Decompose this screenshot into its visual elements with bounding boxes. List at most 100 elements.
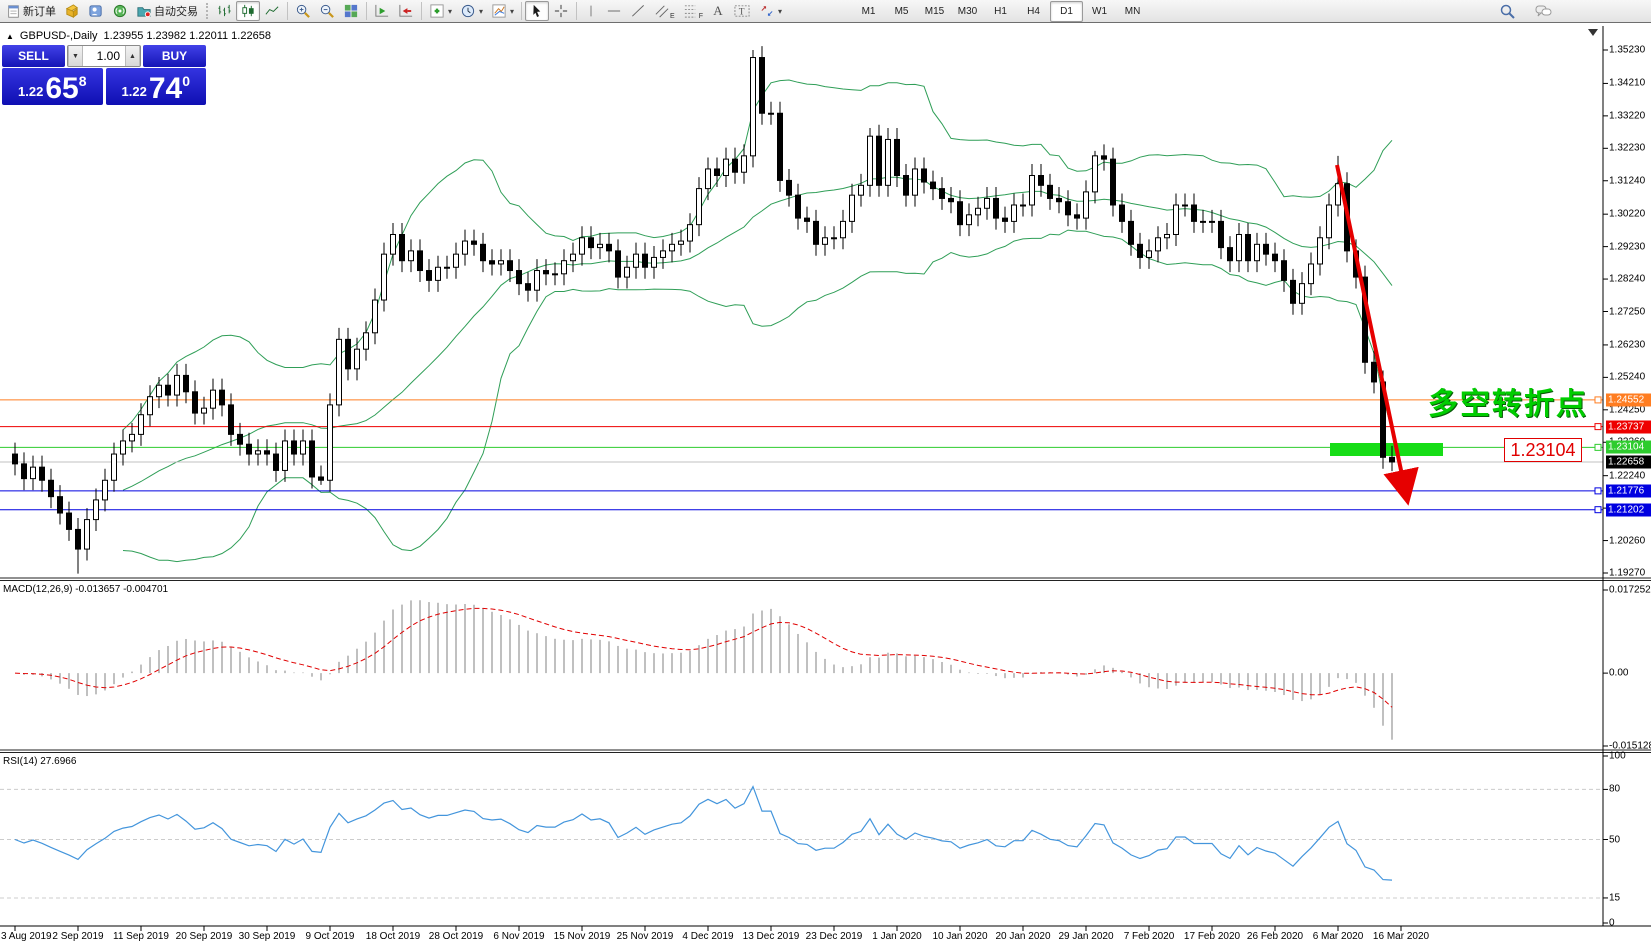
timeframe-button-W1[interactable]: W1 bbox=[1083, 1, 1116, 22]
chat-button[interactable] bbox=[1530, 1, 1557, 21]
volume-value[interactable]: 1.00 bbox=[83, 46, 125, 66]
timeframe-button-M5[interactable]: M5 bbox=[885, 1, 918, 22]
autotrading-button[interactable]: 自动交易 bbox=[132, 1, 202, 21]
chart-shift-button[interactable] bbox=[394, 1, 418, 21]
search-button[interactable] bbox=[1495, 1, 1520, 21]
autotrading-label: 自动交易 bbox=[154, 3, 198, 19]
price-axis-label: 1.27250 bbox=[1609, 306, 1645, 317]
indicators-button[interactable]: ▾ bbox=[425, 1, 456, 21]
sell-price-button[interactable]: 1.22 65 8 bbox=[2, 68, 103, 105]
buy-price-small: 1.22 bbox=[122, 84, 147, 99]
crosshair-icon bbox=[553, 3, 569, 19]
timeframe-button-D1[interactable]: D1 bbox=[1050, 1, 1083, 22]
arrows-tool-button[interactable]: ▾ bbox=[755, 1, 786, 21]
date-axis-label[interactable]: 13 Dec 2019 bbox=[743, 931, 800, 942]
rsi-indicator-label: RSI(14) 27.6966 bbox=[3, 756, 76, 767]
zoom-out-button[interactable] bbox=[315, 1, 339, 21]
volume-decrease-button[interactable]: ▼ bbox=[68, 46, 83, 66]
auto-scroll-button[interactable] bbox=[370, 1, 394, 21]
price-axis-label: 1.29230 bbox=[1609, 241, 1645, 252]
fibonacci-button[interactable]: F bbox=[679, 1, 707, 21]
macd-indicator-label: MACD(12,26,9) -0.013657 -0.004701 bbox=[3, 584, 168, 595]
date-axis-label[interactable]: 6 Mar 2020 bbox=[1313, 931, 1364, 942]
buy-button[interactable]: BUY bbox=[143, 45, 206, 67]
timeframe-button-H1[interactable]: H1 bbox=[984, 1, 1017, 22]
date-axis-label[interactable]: 10 Jan 2020 bbox=[932, 931, 987, 942]
date-axis-label[interactable]: 1 Jan 2020 bbox=[872, 931, 922, 942]
horizontal-line-button[interactable] bbox=[602, 1, 626, 21]
timeframe-button-MN[interactable]: MN bbox=[1116, 1, 1149, 22]
date-axis-label[interactable]: 18 Oct 2019 bbox=[366, 931, 420, 942]
date-axis-label[interactable]: 2 Sep 2019 bbox=[52, 931, 103, 942]
vertical-line-button[interactable] bbox=[580, 1, 602, 21]
date-axis-label[interactable]: 16 Mar 2020 bbox=[1373, 931, 1429, 942]
signal-button[interactable] bbox=[108, 1, 132, 21]
volume-increase-button[interactable]: ▲ bbox=[125, 46, 140, 66]
price-badge: 1.22658 bbox=[1606, 455, 1651, 468]
templates-icon bbox=[491, 3, 507, 19]
text-tool-label: A bbox=[713, 3, 722, 19]
line-chart-icon bbox=[264, 3, 280, 19]
date-axis-label[interactable]: 20 Sep 2019 bbox=[176, 931, 233, 942]
date-axis-label[interactable]: 25 Nov 2019 bbox=[617, 931, 674, 942]
periods-button[interactable]: ▾ bbox=[456, 1, 487, 21]
zoom-in-button[interactable] bbox=[291, 1, 315, 21]
date-axis-label[interactable]: 29 Jan 2020 bbox=[1058, 931, 1113, 942]
tile-windows-button[interactable] bbox=[339, 1, 363, 21]
date-axis-label[interactable]: 23 Dec 2019 bbox=[806, 931, 863, 942]
journal-button[interactable] bbox=[60, 1, 84, 21]
new-order-icon bbox=[6, 4, 21, 19]
date-axis-label[interactable]: 11 Sep 2019 bbox=[113, 931, 169, 942]
chevron-down-icon: ▾ bbox=[510, 7, 514, 16]
timeframe-button-M15[interactable]: M15 bbox=[918, 1, 951, 22]
search-icon bbox=[1499, 3, 1516, 20]
one-click-trading-panel: SELL ▼ 1.00 ▲ BUY 1.22 65 8 1.22 74 0 bbox=[2, 45, 206, 105]
channel-button[interactable]: E bbox=[650, 1, 679, 21]
trendline-button[interactable] bbox=[626, 1, 650, 21]
auto-scroll-icon bbox=[374, 3, 390, 19]
buy-price-button[interactable]: 1.22 74 0 bbox=[106, 68, 207, 105]
templates-button[interactable]: ▾ bbox=[487, 1, 518, 21]
date-axis-label[interactable]: 26 Feb 2020 bbox=[1247, 931, 1303, 942]
price-badge: 1.23104 bbox=[1606, 441, 1651, 454]
macd-axis-label: 0.00 bbox=[1609, 668, 1628, 679]
volume-stepper: ▼ 1.00 ▲ bbox=[67, 45, 141, 67]
price-badge: 1.21202 bbox=[1606, 503, 1651, 516]
date-axis-label[interactable]: 28 Oct 2019 bbox=[429, 931, 483, 942]
text-tool-button[interactable]: A bbox=[707, 1, 729, 21]
price-axis-label: 1.31240 bbox=[1609, 175, 1645, 186]
buy-price-sup: 0 bbox=[182, 73, 190, 89]
timeframe-button-H4[interactable]: H4 bbox=[1017, 1, 1050, 22]
chart-canvas[interactable] bbox=[0, 23, 1651, 945]
date-axis-label[interactable]: 20 Jan 2020 bbox=[995, 931, 1050, 942]
editor-button[interactable] bbox=[84, 1, 108, 21]
date-axis-label[interactable]: 15 Nov 2019 bbox=[554, 931, 611, 942]
bars-chart-button[interactable] bbox=[212, 1, 236, 21]
label-tool-button[interactable]: T bbox=[729, 1, 755, 21]
timeframe-button-M1[interactable]: M1 bbox=[852, 1, 885, 22]
chart-title: ▲ GBPUSD-,Daily 1.23955 1.23982 1.22011 … bbox=[6, 30, 271, 42]
crosshair-button[interactable] bbox=[549, 1, 573, 21]
date-axis-label[interactable]: 30 Sep 2019 bbox=[239, 931, 296, 942]
rsi-axis-label: 80 bbox=[1609, 784, 1620, 795]
date-axis-label[interactable]: 9 Oct 2019 bbox=[306, 931, 355, 942]
sell-button[interactable]: SELL bbox=[2, 45, 65, 67]
price-axis-label: 1.19270 bbox=[1609, 568, 1645, 579]
price-axis-label: 1.22240 bbox=[1609, 470, 1645, 481]
candles-chart-button[interactable] bbox=[236, 1, 260, 21]
price-callout-box: 1.23104 bbox=[1504, 438, 1582, 462]
line-chart-button[interactable] bbox=[260, 1, 284, 21]
date-axis-label[interactable]: 7 Feb 2020 bbox=[1124, 931, 1175, 942]
new-order-button[interactable]: 新订单 bbox=[2, 1, 60, 21]
date-axis-label[interactable]: 17 Feb 2020 bbox=[1184, 931, 1240, 942]
journal-icon bbox=[64, 3, 80, 19]
candles-chart-icon bbox=[240, 3, 256, 19]
signal-icon bbox=[112, 3, 128, 19]
date-axis-label[interactable]: 3 Aug 2019 bbox=[1, 931, 52, 942]
timeframe-button-M30[interactable]: M30 bbox=[951, 1, 984, 22]
cursor-button[interactable] bbox=[525, 1, 549, 21]
toolbar-separator bbox=[576, 2, 577, 20]
date-axis-label[interactable]: 6 Nov 2019 bbox=[493, 931, 544, 942]
date-axis-label[interactable]: 4 Dec 2019 bbox=[682, 931, 733, 942]
turning-point-annotation: 多空转折点 bbox=[1428, 379, 1588, 423]
